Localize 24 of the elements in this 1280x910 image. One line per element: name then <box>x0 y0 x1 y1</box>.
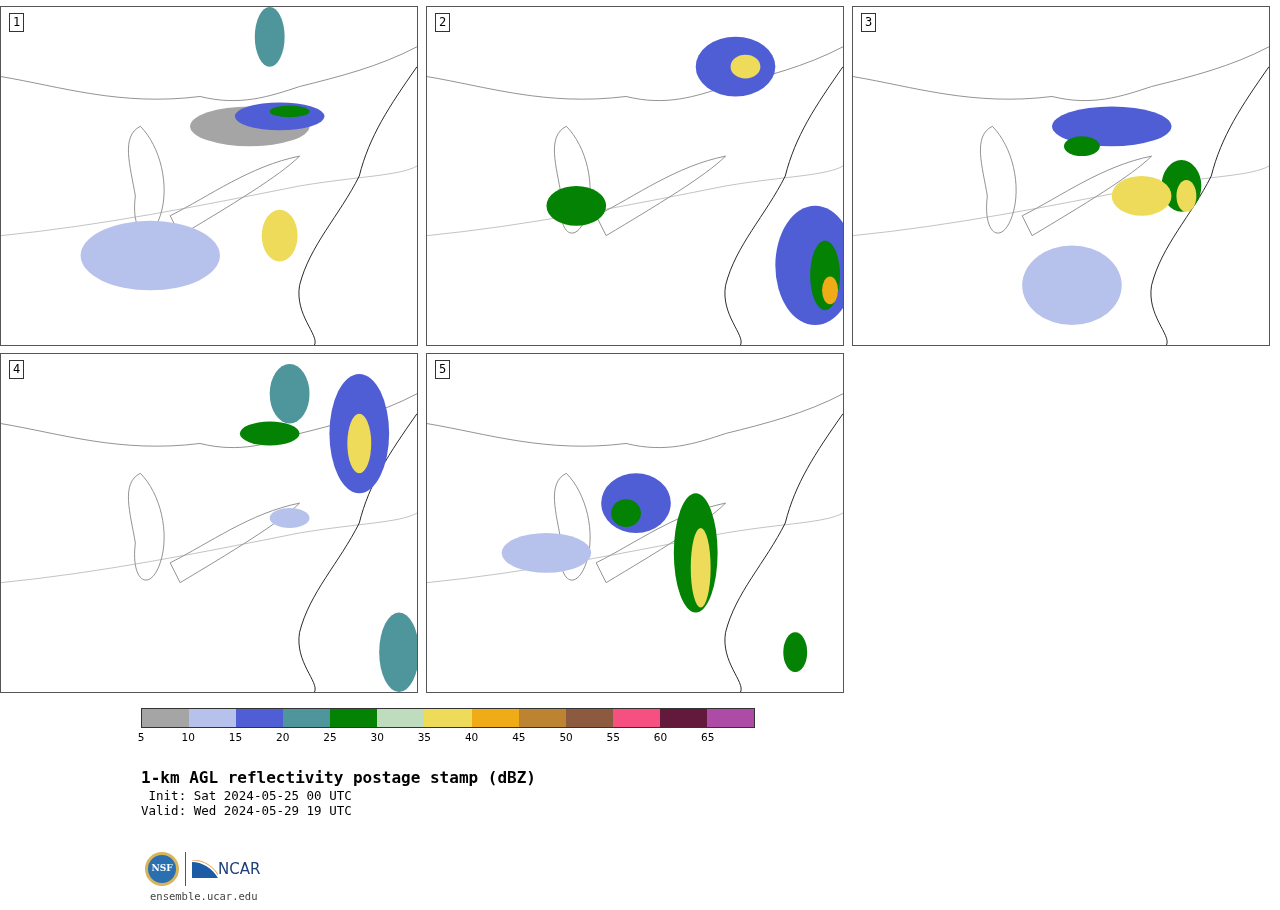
scale-tick-label: 45 <box>512 730 526 745</box>
scale-tick-label: 10 <box>181 730 195 745</box>
scale-tick-label: 20 <box>276 730 290 745</box>
scale-tick-label: 35 <box>417 730 432 745</box>
scale-tick-label: 5 <box>137 730 145 745</box>
website-link[interactable]: ensemble.ucar.edu <box>150 890 1280 903</box>
panel-number: 5 <box>435 360 451 379</box>
scale-tick-label: 15 <box>228 730 243 745</box>
seal-logo: NSF <box>145 852 179 886</box>
init-time: Init: Sat 2024-05-25 00 UTC <box>147 788 352 803</box>
scale-tick-label: 25 <box>323 730 337 745</box>
scale-tick-label: 65 <box>701 730 715 745</box>
panel-number: 1 <box>9 13 25 32</box>
scale-tick-label: 60 <box>653 730 668 745</box>
scale-tick-label: 55 <box>606 730 620 745</box>
ncar-logo: NCAR <box>192 860 261 878</box>
scale-tick-label: 50 <box>559 730 573 745</box>
panel-number: 4 <box>9 360 25 379</box>
panel-number: 2 <box>435 13 451 32</box>
panel-number: 3 <box>861 13 877 32</box>
chart-title: 1-km AGL reflectivity postage stamp (dBZ) <box>141 768 536 788</box>
scale-tick-label: 30 <box>370 730 384 745</box>
scale-tick-label: 40 <box>464 730 479 745</box>
valid-time: Valid: Wed 2024-05-29 19 UTC <box>141 803 352 818</box>
